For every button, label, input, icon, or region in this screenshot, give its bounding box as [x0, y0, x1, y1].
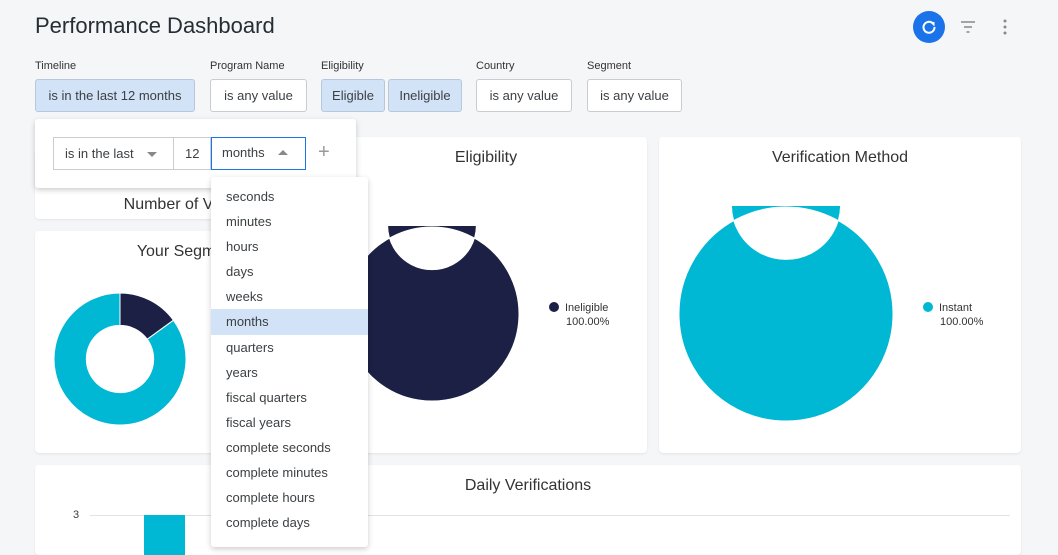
- segment-filter-chip[interactable]: is any value: [587, 79, 682, 112]
- amount-input[interactable]: 12: [173, 137, 211, 170]
- filter-label-timeline: Timeline: [35, 60, 77, 72]
- unit-select[interactable]: months: [211, 137, 306, 170]
- y-tick-label: 3: [73, 509, 80, 521]
- segment-donut: [53, 292, 187, 426]
- menu-item-years[interactable]: years: [211, 360, 368, 385]
- more-vert-icon[interactable]: [1001, 18, 1009, 36]
- filter-icon[interactable]: [960, 20, 976, 34]
- card-title: Eligibility: [454, 149, 518, 166]
- verification-card: Verification Method Instant 100.00%: [659, 137, 1021, 453]
- program-filter-chip[interactable]: is any value: [210, 79, 307, 112]
- menu-item-complete-days[interactable]: complete days: [211, 510, 368, 535]
- menu-item-quarters[interactable]: quarters: [211, 335, 368, 360]
- legend-value: 100.00%: [940, 316, 984, 328]
- eligible-chip[interactable]: Eligible: [321, 79, 385, 112]
- legend-ineligible[interactable]: Ineligible 100.00%: [549, 301, 609, 329]
- verification-donut: [678, 206, 894, 422]
- legend-instant[interactable]: Instant 100.00%: [923, 301, 983, 329]
- legend-dot: [923, 302, 933, 312]
- menu-item-fiscal-years[interactable]: fiscal years: [211, 410, 368, 435]
- filter-label-segment: Segment: [587, 60, 632, 72]
- card-title: Daily Verifications: [464, 477, 592, 494]
- add-condition-button[interactable]: +: [318, 141, 330, 164]
- legend-label: Instant: [939, 302, 973, 314]
- menu-item-complete-minutes[interactable]: complete minutes: [211, 460, 368, 485]
- legend-dot: [549, 302, 559, 312]
- menu-item-weeks[interactable]: weeks: [211, 284, 368, 309]
- menu-item-fiscal-quarters[interactable]: fiscal quarters: [211, 385, 368, 410]
- refresh-icon: [922, 20, 936, 34]
- menu-item-minutes[interactable]: minutes: [211, 209, 368, 234]
- caret-down-icon: [147, 152, 157, 157]
- timeline-filter-chip[interactable]: is in the last 12 months: [35, 79, 195, 112]
- refresh-button[interactable]: [913, 11, 945, 43]
- operator-value: is in the last: [65, 146, 134, 161]
- operator-select[interactable]: is in the last: [53, 137, 173, 170]
- unit-value: months: [222, 145, 265, 160]
- ineligible-chip[interactable]: Ineligible: [388, 79, 462, 112]
- legend-value: 100.00%: [566, 316, 610, 328]
- unit-dropdown-menu: seconds minutes hours days weeks months quarte…: [211, 177, 368, 547]
- caret-up-icon: [278, 150, 288, 155]
- menu-item-complete-seconds[interactable]: complete seconds: [211, 435, 368, 460]
- menu-item-months[interactable]: months: [211, 309, 368, 335]
- card-title: Verification Method: [771, 149, 909, 166]
- menu-item-hours[interactable]: hours: [211, 234, 368, 259]
- filter-label-eligibility: Eligibility: [321, 60, 364, 72]
- eligibility-card: Eligibility Ineligible 100.00%: [325, 137, 647, 453]
- country-filter-chip[interactable]: is any value: [476, 79, 572, 112]
- menu-item-days[interactable]: days: [211, 259, 368, 284]
- legend-label: Ineligible: [565, 302, 609, 314]
- menu-item-complete-hours[interactable]: complete hours: [211, 485, 368, 510]
- bar[interactable]: [144, 515, 185, 555]
- filter-label-country: Country: [476, 60, 515, 72]
- daily-card: Daily Verifications 3: [35, 465, 1021, 555]
- page-title: Performance Dashboard: [35, 13, 275, 38]
- filter-label-program: Program Name: [210, 60, 285, 72]
- eligibility-donut: [344, 226, 520, 402]
- menu-item-seconds[interactable]: seconds: [211, 184, 368, 209]
